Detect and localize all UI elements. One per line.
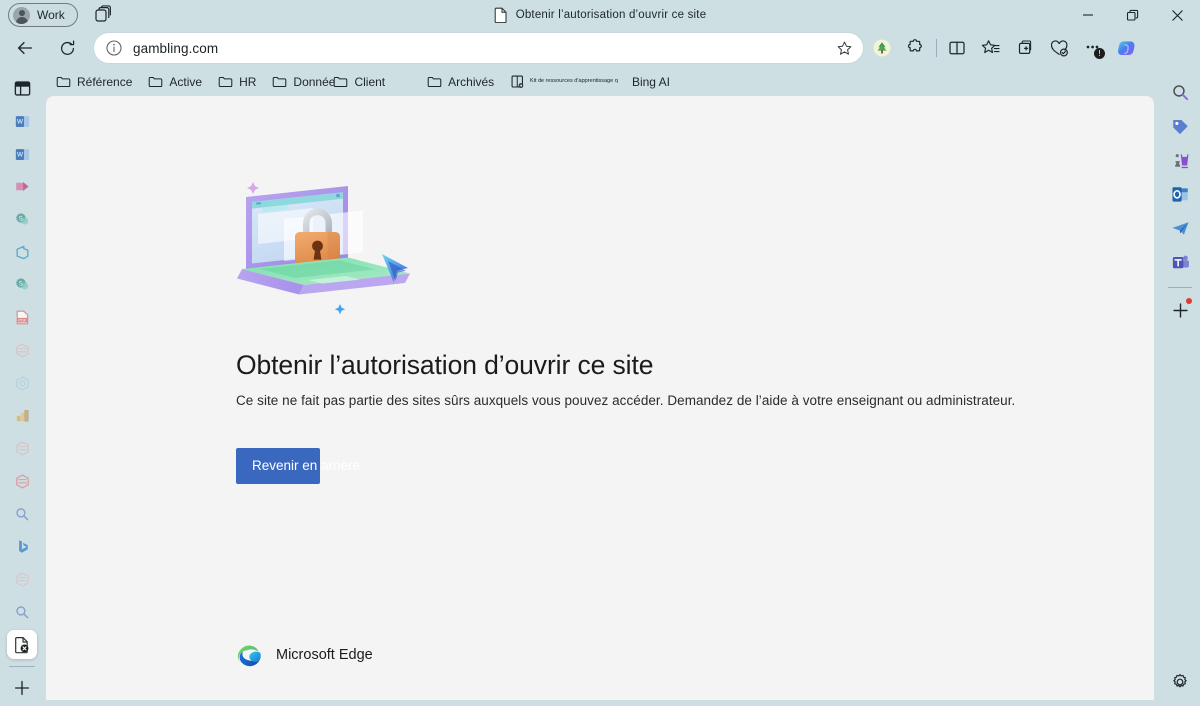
- add-sidebar-app-button[interactable]: [1164, 294, 1196, 326]
- profile-label: Work: [37, 8, 65, 22]
- svg-text:S: S: [18, 216, 22, 222]
- tab-pdf-document[interactable]: PDF: [7, 303, 37, 333]
- svg-text:W: W: [16, 119, 22, 126]
- tab-word-document-1[interactable]: W: [7, 107, 37, 137]
- bookmark-folder-donnees[interactable]: Données: [272, 71, 341, 93]
- refresh-button[interactable]: [50, 33, 84, 63]
- address-bar[interactable]: gambling.com: [94, 33, 863, 63]
- sidebar-divider: [1168, 287, 1192, 288]
- tab-sharepoint-2[interactable]: S: [7, 270, 37, 300]
- settings-more-icon[interactable]: !: [1076, 32, 1110, 64]
- tab-blocked-page-active[interactable]: [7, 629, 37, 660]
- sidebar-search-icon[interactable]: [1164, 76, 1196, 108]
- svg-text:PDF: PDF: [18, 318, 27, 323]
- notification-dot: [1186, 298, 1192, 304]
- tab-list-icon[interactable]: [7, 74, 37, 104]
- tab-groups-icon[interactable]: [92, 4, 114, 26]
- shopping-tag-icon[interactable]: [1164, 110, 1196, 142]
- outlook-icon[interactable]: [1164, 178, 1196, 210]
- go-back-button-label: Revenir en arrière: [252, 458, 361, 473]
- collections-star-list-icon[interactable]: [974, 32, 1008, 64]
- minimize-button[interactable]: [1065, 0, 1110, 30]
- laptop-with-padlock-illustration: [236, 168, 426, 318]
- teams-icon[interactable]: [1164, 246, 1196, 278]
- tab-powerpoint[interactable]: [7, 172, 37, 202]
- tab-hexagon-1[interactable]: [7, 336, 37, 366]
- bookmark-label: Archivés: [448, 74, 495, 89]
- bookmark-label: HR: [239, 74, 257, 89]
- tab-hexagon-4[interactable]: [7, 564, 37, 594]
- settings-alert-badge: !: [1094, 48, 1105, 59]
- games-chess-icon[interactable]: [1164, 144, 1196, 176]
- browser-essentials-icon[interactable]: [1042, 32, 1076, 64]
- edge-logo-icon: [237, 645, 261, 667]
- tab-bing[interactable]: [7, 532, 37, 562]
- site-info-icon[interactable]: [104, 38, 124, 58]
- page-document-icon: [494, 7, 507, 23]
- page-description: Ce site ne fait pas partie des sites sûr…: [236, 393, 1016, 408]
- favorite-star-icon[interactable]: [831, 35, 857, 61]
- folder-icon: [334, 76, 348, 87]
- svg-text:S: S: [18, 282, 22, 288]
- close-button[interactable]: [1155, 0, 1200, 30]
- add-to-collections-icon[interactable]: [1008, 32, 1042, 64]
- tab-title-text: Obtenir l’autorisation d’ouvrir ce site: [515, 9, 707, 21]
- vertical-tab-strip: W W S S PDF: [0, 68, 44, 706]
- tab-sharepoint-1[interactable]: S: [7, 205, 37, 235]
- tab-search-1[interactable]: [7, 499, 37, 529]
- bookmark-label: Référence: [77, 74, 133, 89]
- add-tab-button[interactable]: [7, 673, 37, 703]
- tab-azure-devops[interactable]: [7, 237, 37, 267]
- folder-icon: [56, 76, 71, 87]
- browser-toolbar: gambling.com !: [0, 30, 1200, 66]
- copilot-icon[interactable]: [1110, 32, 1144, 64]
- go-back-button[interactable]: Revenir en arrière: [236, 448, 360, 484]
- split-screen-icon[interactable]: [940, 32, 974, 64]
- bookmark-folder-archives[interactable]: Archivés: [427, 71, 494, 93]
- tab-search-2[interactable]: [7, 597, 37, 627]
- sidebar-settings-gear-icon[interactable]: [1164, 666, 1196, 698]
- folder-icon: [427, 76, 442, 87]
- title-bar: Work Obtenir l’autorisation d’ouvrir ce …: [0, 0, 1200, 30]
- toolbar-divider: [936, 39, 937, 57]
- svg-text:W: W: [16, 151, 22, 158]
- bookmark-label: Client: [354, 74, 386, 89]
- extensions-puzzle-icon[interactable]: [899, 32, 933, 64]
- active-tab-title: Obtenir l’autorisation d’ouvrir ce site: [0, 0, 1200, 30]
- bookmark-folder-client[interactable]: Client: [333, 71, 385, 93]
- folder-icon: [218, 76, 233, 87]
- back-button[interactable]: [8, 33, 42, 63]
- window-controls: [1065, 0, 1200, 30]
- bookmark-bing-ai[interactable]: Bing AI: [632, 71, 670, 93]
- bookmark-folder-active[interactable]: Active: [148, 71, 202, 93]
- tab-hexagon-2[interactable]: [7, 434, 37, 464]
- toolbar-icon-group: !: [865, 32, 1144, 64]
- bookmark-label: Kit de ressources d'apprentissage q: [530, 77, 619, 84]
- tab-bar-chart[interactable]: [7, 401, 37, 431]
- folder-icon: [149, 76, 163, 87]
- page-title: Obtenir l’autorisation d’ouvrir ce site: [236, 350, 654, 380]
- folder-icon: [273, 76, 287, 87]
- profile-button[interactable]: Work: [8, 3, 78, 27]
- bookmark-label: Bing AI: [631, 74, 670, 89]
- rail-divider: [9, 666, 35, 668]
- bookmark-folder-hr[interactable]: HR: [218, 71, 256, 93]
- bookmarks-bar: Référence Active HR Données Client Archi…: [0, 68, 1200, 95]
- tab-gear-hex[interactable]: [7, 368, 37, 398]
- tree-extension-icon[interactable]: [865, 32, 899, 64]
- telegram-icon[interactable]: [1164, 212, 1196, 244]
- page-icon: [511, 75, 524, 88]
- bookmark-learning-resources-kit[interactable]: Kit de ressources d'apprentissage q: [510, 71, 619, 93]
- address-bar-input[interactable]: gambling.com: [133, 41, 831, 56]
- edge-brand-footer: Microsoft Edge: [236, 642, 373, 668]
- sidebar-rail: [1160, 68, 1200, 706]
- avatar: [13, 6, 30, 24]
- bookmark-label: Active: [169, 74, 203, 89]
- tab-word-document-2[interactable]: W: [7, 139, 37, 169]
- edge-brand-name: Microsoft Edge: [276, 647, 373, 663]
- page-viewport: Obtenir l’autorisation d’ouvrir ce site …: [46, 96, 1154, 700]
- tab-hexagon-3[interactable]: [7, 466, 37, 496]
- bookmark-folder-reference[interactable]: Référence: [56, 71, 132, 93]
- restore-button[interactable]: [1110, 0, 1155, 30]
